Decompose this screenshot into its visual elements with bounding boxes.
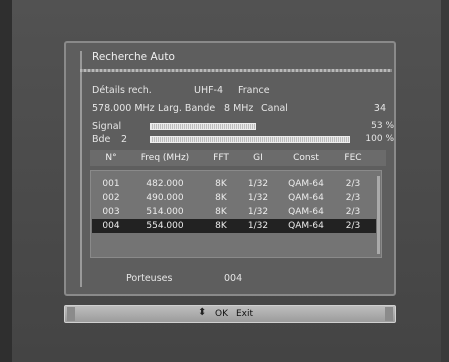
exit-hint[interactable]: Exit [236,309,253,319]
cell-gi: 1/32 [247,193,269,203]
help-bar-left-cap [67,307,75,321]
col-header-num: N° [105,153,117,163]
dialog-title: Recherche Auto [92,51,175,63]
porteuses-label: Porteuses [126,273,173,284]
bde-label: Bde [92,134,111,145]
col-header-fec: FEC [344,153,362,163]
dialog-left-rule [80,51,82,287]
ok-hint[interactable]: OK [215,309,228,319]
cell-gi: 1/32 [247,179,269,189]
cell-fft: 8K [215,221,227,231]
cell-gi: 1/32 [247,221,269,231]
col-header-fft: FFT [213,153,229,163]
up-down-arrows-icon: ⬍ [198,307,207,318]
channel-value: UHF-4 [194,85,224,96]
cell-num: 001 [102,179,120,189]
screen-bezel-right [441,0,449,362]
table-row[interactable]: 003 514.000 8K 1/32 QAM-64 2/3 [92,205,376,219]
frequency-unit: MHz [134,103,155,114]
cell-const: QAM-64 [288,193,324,203]
auto-search-dialog: Recherche Auto Détails rech. UHF-4 Franc… [64,41,396,296]
porteuses-value: 004 [224,273,243,284]
col-header-const: Const [293,153,319,163]
cell-fec: 2/3 [345,179,361,189]
cell-fec: 2/3 [345,193,361,203]
title-divider [80,69,392,72]
tv-screen: Recherche Auto Détails rech. UHF-4 Franc… [0,0,449,362]
table-row-selected[interactable]: 004 554.000 8K 1/32 QAM-64 2/3 [92,219,376,233]
cell-fft: 8K [215,179,227,189]
cell-num: 003 [102,207,120,217]
cell-freq: 490.000 [146,193,184,203]
signal-label: Signal [92,121,122,132]
cell-fec: 2/3 [345,221,361,231]
signal-percent: 53 % [371,121,394,131]
cell-num: 004 [102,221,120,231]
help-bar-right-cap [385,307,393,321]
table-row[interactable]: 001 482.000 8K 1/32 QAM-64 2/3 [92,177,376,191]
cell-const: QAM-64 [288,179,324,189]
col-header-gi: GI [253,153,263,163]
country-value: France [238,85,270,96]
bandwidth-label: Larg. Bande [158,103,216,114]
cell-freq: 514.000 [146,207,184,217]
table-row[interactable]: 002 490.000 8K 1/32 QAM-64 2/3 [92,191,376,205]
bde-level-bar [150,136,350,143]
canal-value: 34 [373,103,386,114]
cell-gi: 1/32 [247,207,269,217]
cell-num: 002 [102,193,120,203]
cell-freq: 482.000 [146,179,184,189]
bde-number: 2 [121,134,128,145]
frequency-value: 578.000 [92,103,132,114]
canal-label: Canal [261,103,288,114]
cell-fft: 8K [215,207,227,217]
frequency-readout: 578.000 MHz [92,103,155,114]
details-label: Détails rech. [92,85,152,96]
bde-percent: 100 % [365,134,394,144]
list-scrollbar[interactable] [377,176,380,254]
col-header-freq: Freq (MHz) [140,153,190,163]
cell-const: QAM-64 [288,207,324,217]
cell-const: QAM-64 [288,221,324,231]
bandwidth-value: 8 MHz [224,103,254,114]
help-bar: ⬍ OK Exit [64,305,396,323]
signal-level-bar [150,123,256,130]
cell-freq: 554.000 [146,221,184,231]
cell-fec: 2/3 [345,207,361,217]
cell-fft: 8K [215,193,227,203]
screen-bezel-left [0,0,12,362]
